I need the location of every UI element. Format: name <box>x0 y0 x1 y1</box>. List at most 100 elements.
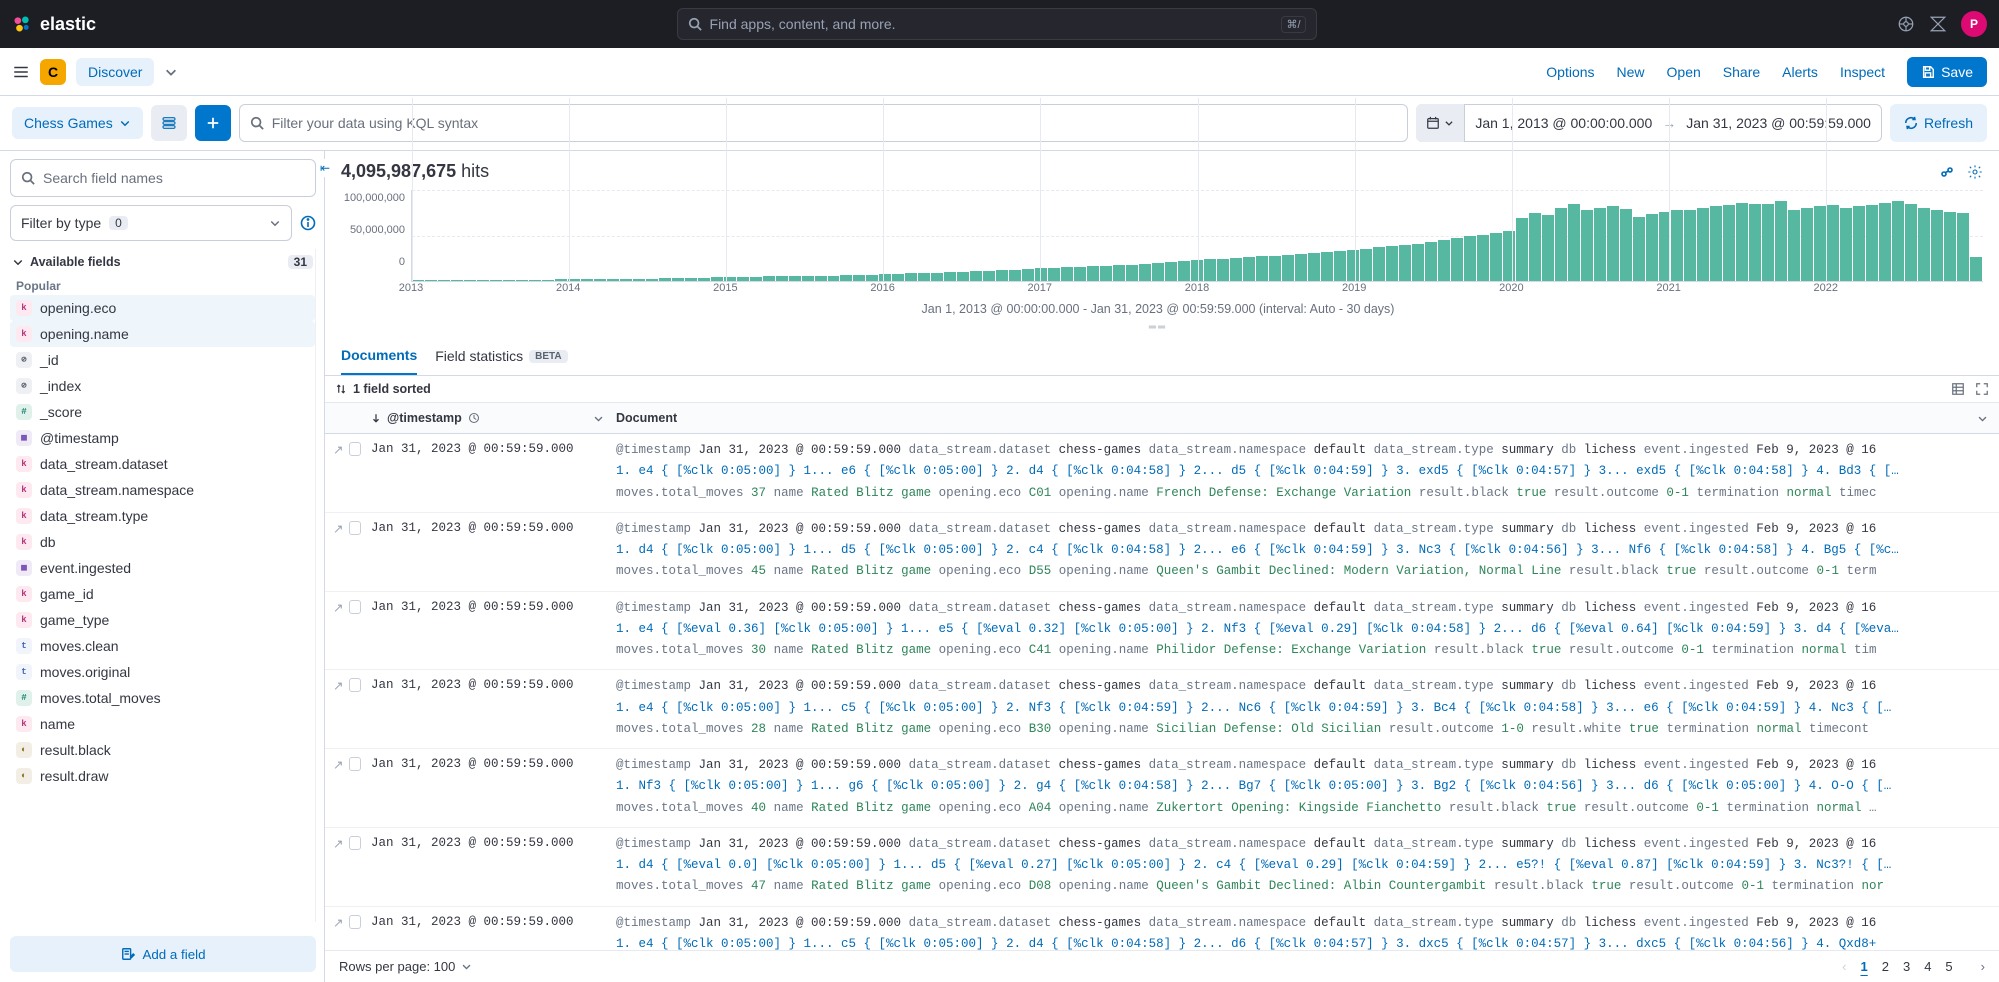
tab-documents[interactable]: Documents <box>341 337 417 375</box>
page-prev[interactable]: ‹ <box>1842 959 1846 974</box>
toolbar-link-inspect[interactable]: Inspect <box>1840 64 1885 80</box>
global-search-input[interactable]: Find apps, content, and more. ⌘/ <box>677 8 1317 40</box>
add-filter-button[interactable] <box>195 105 231 141</box>
kql-input[interactable]: Filter your data using KQL syntax <box>239 104 1409 142</box>
field-item[interactable]: kopening.name <box>10 321 315 347</box>
collapse-sidebar-icon[interactable]: ⇤ <box>316 159 334 177</box>
table-row: ↗Jan 31, 2023 @ 00:59:59.000@timestamp J… <box>325 670 1999 749</box>
expand-row-icon[interactable]: ↗ <box>333 521 343 536</box>
brand-logo[interactable]: elastic <box>12 14 96 35</box>
field-item[interactable]: ▦@timestamp <box>10 425 315 451</box>
field-type-icon: k <box>16 456 32 472</box>
newsfeed-icon[interactable] <box>1929 15 1947 33</box>
gear-icon[interactable] <box>1967 164 1983 180</box>
field-item[interactable]: kdata_stream.type <box>10 503 315 529</box>
chevron-down-icon[interactable] <box>593 413 604 424</box>
field-name: data_stream.namespace <box>40 482 194 498</box>
available-fields-header[interactable]: Available fields 31 <box>10 249 315 275</box>
help-icon[interactable] <box>1897 15 1915 33</box>
expand-row-icon[interactable]: ↗ <box>333 915 343 930</box>
toolbar-link-alerts[interactable]: Alerts <box>1782 64 1818 80</box>
result-tabs: Documents Field statistics BETA <box>325 337 1999 376</box>
row-checkbox[interactable] <box>349 836 361 850</box>
field-item[interactable]: ◐result.draw <box>10 763 315 789</box>
field-item[interactable]: kdb <box>10 529 315 555</box>
fullscreen-icon[interactable] <box>1975 382 1989 396</box>
field-type-icon: ◐ <box>16 768 32 784</box>
page-next[interactable]: › <box>1981 959 1985 974</box>
row-checkbox[interactable] <box>349 521 361 535</box>
date-range-picker[interactable]: Jan 1, 2013 @ 00:00:00.000 → Jan 31, 202… <box>1416 104 1882 142</box>
sorted-label[interactable]: 1 field sorted <box>353 382 431 396</box>
field-search-input[interactable]: Search field names <box>10 159 316 197</box>
field-item[interactable]: kgame_id <box>10 581 315 607</box>
table-row: ↗Jan 31, 2023 @ 00:59:59.000@timestamp J… <box>325 513 1999 592</box>
row-checkbox[interactable] <box>349 600 361 614</box>
field-name: _id <box>40 352 59 368</box>
field-name: game_type <box>40 612 109 628</box>
field-item[interactable]: k game_type <box>10 607 315 633</box>
chevron-down-icon <box>12 256 24 268</box>
chevron-down-icon[interactable] <box>1977 413 1988 424</box>
field-item[interactable]: #moves.total_moves <box>10 685 315 711</box>
field-item[interactable]: tmoves.original <box>10 659 315 685</box>
field-item[interactable]: #_score <box>10 399 315 425</box>
field-item[interactable]: ⊘_id <box>10 347 315 373</box>
page-1[interactable]: 1 <box>1860 959 1867 974</box>
saved-query-button[interactable] <box>151 105 187 141</box>
search-icon <box>688 17 702 31</box>
field-item[interactable]: tmoves.clean <box>10 633 315 659</box>
field-item[interactable]: kopening.eco <box>10 295 315 321</box>
page-5[interactable]: 5 <box>1945 959 1952 974</box>
toolbar-link-open[interactable]: Open <box>1667 64 1701 80</box>
expand-row-icon[interactable]: ↗ <box>333 757 343 772</box>
field-search-placeholder: Search field names <box>43 170 163 186</box>
page-3[interactable]: 3 <box>1903 959 1910 974</box>
refresh-button[interactable]: Refresh <box>1890 104 1987 142</box>
row-checkbox[interactable] <box>349 678 361 692</box>
page-2[interactable]: 2 <box>1882 959 1889 974</box>
filter-by-type-select[interactable]: Filter by type 0 <box>10 205 292 241</box>
field-item[interactable]: kname <box>10 711 315 737</box>
row-checkbox[interactable] <box>349 757 361 771</box>
resize-handle[interactable]: ══ <box>333 322 1983 335</box>
info-icon[interactable] <box>300 215 316 231</box>
field-type-icon: k <box>16 612 32 628</box>
user-avatar[interactable]: P <box>1961 11 1987 37</box>
calendar-button[interactable] <box>1416 104 1465 142</box>
chevron-down-icon[interactable] <box>164 65 178 79</box>
rows-per-page-select[interactable]: Rows per page: 100 <box>339 959 472 974</box>
field-item[interactable]: ▦event.ingested <box>10 555 315 581</box>
save-button[interactable]: Save <box>1907 57 1987 87</box>
field-name: _index <box>40 378 81 394</box>
cell-document: @timestamp Jan 31, 2023 @ 00:59:59.000 d… <box>610 513 1999 591</box>
expand-row-icon[interactable]: ↗ <box>333 678 343 693</box>
data-view-selector[interactable]: Chess Games <box>12 107 143 139</box>
field-item[interactable]: kdata_stream.namespace <box>10 477 315 503</box>
expand-row-icon[interactable]: ↗ <box>333 442 343 457</box>
page-4[interactable]: 4 <box>1924 959 1931 974</box>
sort-icon[interactable] <box>335 383 347 395</box>
col-timestamp[interactable]: @timestamp <box>365 403 610 433</box>
field-item[interactable]: ◐result.black <box>10 737 315 763</box>
expand-row-icon[interactable]: ↗ <box>333 600 343 615</box>
toolbar-link-options[interactable]: Options <box>1546 64 1594 80</box>
row-checkbox[interactable] <box>349 442 361 456</box>
tab-field-statistics[interactable]: Field statistics BETA <box>435 338 567 374</box>
density-icon[interactable] <box>1951 382 1965 396</box>
add-field-button[interactable]: Add a field <box>10 936 316 972</box>
kql-placeholder: Filter your data using KQL syntax <box>272 115 478 131</box>
histogram-chart[interactable]: 100,000,00050,000,0000 20132014201520162… <box>325 186 1999 337</box>
toolbar-link-share[interactable]: Share <box>1723 64 1760 80</box>
space-selector[interactable]: C <box>40 59 66 85</box>
chart-edit-icon[interactable] <box>1939 164 1955 180</box>
row-checkbox[interactable] <box>349 915 361 929</box>
chevron-down-icon <box>269 217 281 229</box>
app-name-badge[interactable]: Discover <box>76 58 154 86</box>
nav-toggle-icon[interactable] <box>12 63 30 81</box>
col-document[interactable]: Document <box>610 403 1977 433</box>
field-item[interactable]: kdata_stream.dataset <box>10 451 315 477</box>
toolbar-link-new[interactable]: New <box>1617 64 1645 80</box>
field-item[interactable]: ⊘_index <box>10 373 315 399</box>
expand-row-icon[interactable]: ↗ <box>333 836 343 851</box>
